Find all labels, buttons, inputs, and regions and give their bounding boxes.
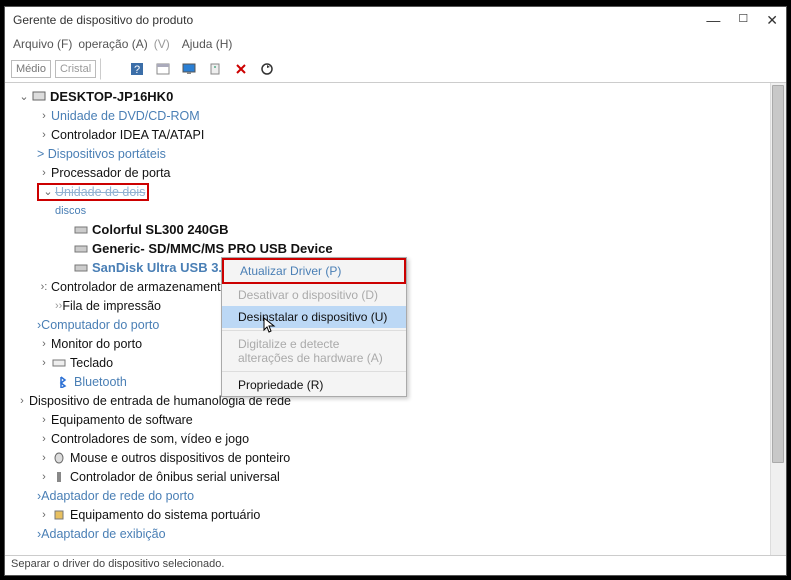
chevron-right-icon[interactable]: › [37,129,51,141]
menu-uninstall-device[interactable]: Desinstalar o dispositivo (U) [222,306,406,328]
device-tree[interactable]: ⌄ DESKTOP-JP16HK0 › Unidade de DVD/CD-RO… [5,83,786,555]
menubar: Arquivo (F) operação (A) (V) Ajuda (H) [5,33,786,55]
titlebar: Gerente de dispositivo do produto — ☐ ✕ [5,7,786,33]
menu-action[interactable]: operação (A) [78,37,147,51]
refresh-icon[interactable] [256,58,278,80]
toolbar-cristal[interactable]: Cristal [55,60,96,78]
menu-help[interactable]: Ajuda (H) [182,37,233,51]
root-label: DESKTOP-JP16HK0 [50,89,173,104]
menu-view[interactable]: (V) [154,37,170,51]
chevron-right-icon[interactable]: › [37,471,51,483]
maximize-button[interactable]: ☐ [738,12,748,29]
tree-item-mouse[interactable]: › Mouse e outros dispositivos de ponteir… [7,448,786,467]
menu-separator [222,371,406,372]
tree-item-software[interactable]: › Equipamento de software [7,410,786,429]
chevron-right-icon[interactable]: › [37,414,51,426]
toolbar: Médio Cristal ? [5,55,786,83]
vertical-scrollbar[interactable] [770,83,786,555]
chevron-right-icon[interactable]: › [37,167,51,179]
computer-icon [31,90,47,104]
menu-separator [222,330,406,331]
mouse-icon [51,451,67,465]
chevron-right-icon[interactable]: › [37,452,51,464]
window-controls: — ☐ ✕ [706,12,778,29]
tree-item-dvd[interactable]: › Unidade de DVD/CD-ROM [7,106,786,125]
statusbar: Separar o driver do dispositivo selecion… [5,555,786,575]
chevron-right-icon[interactable]: › [37,433,51,445]
toolbar-sep [100,58,122,80]
monitor-icon[interactable] [178,58,200,80]
chevron-down-icon[interactable]: ⌄ [41,185,55,198]
tree-item-portateis[interactable]: > Dispositivos portáteis [7,144,786,163]
tree-item-colorful[interactable]: Colorful SL300 240GB [7,220,786,239]
tree-item-portuario[interactable]: › Equipamento do sistema portuário [7,505,786,524]
toolbar-medio[interactable]: Médio [11,60,51,78]
status-text: Separar o driver do dispositivo selecion… [11,558,224,570]
chevron-right-icon[interactable]: › [37,338,51,350]
chevron-right-icon[interactable]: ›: [37,281,51,293]
chevron-right-icon[interactable]: › [37,110,51,122]
context-menu: Atualizar Driver (P) Desativar o disposi… [221,257,407,397]
tree-item-generic[interactable]: Generic- SD/MMC/MS PRO USB Device [7,239,786,258]
scrollbar-thumb[interactable] [772,85,784,463]
keyboard-icon [51,356,67,370]
chevron-right-icon[interactable]: › [37,357,51,369]
disk-icon [73,261,89,275]
menu-disable-device[interactable]: Desativar o dispositivo (D) [222,284,406,306]
tree-item-porta[interactable]: › Processador de porta [7,163,786,182]
disk-icon [73,223,89,237]
minimize-button[interactable]: — [706,12,720,29]
window-title: Gerente de dispositivo do produto [13,13,706,27]
tree-item-discos: discos [7,201,786,220]
menu-properties[interactable]: Propriedade (R) [222,374,406,396]
chevron-down-icon[interactable]: ⌄ [17,90,31,103]
tree-item-usb[interactable]: › Controlador de ônibus serial universal [7,467,786,486]
menu-file[interactable]: Arquivo (F) [13,37,72,51]
menu-scan-hardware[interactable]: Digitalize e detecte alterações de hardw… [222,333,406,369]
tree-item-disks-expanded[interactable]: ⌄ Unidade de dois [7,182,786,201]
device-icon [51,508,67,522]
tree-item-sound[interactable]: › Controladores de som, vídeo e jogo [7,429,786,448]
remove-icon[interactable] [230,58,252,80]
tree-item-network-adapter[interactable]: › Adaptador de rede do porto [7,486,786,505]
tree-item-ide[interactable]: › Controlador IDEA TA/ATAPI [7,125,786,144]
menu-update-driver[interactable]: Atualizar Driver (P) [222,258,406,284]
close-button[interactable]: ✕ [766,12,778,29]
help-icon[interactable]: ? [126,58,148,80]
device-manager-window: Gerente de dispositivo do produto — ☐ ✕ … [4,6,787,576]
device-icon[interactable] [204,58,226,80]
bluetooth-icon [55,375,71,389]
tree-item-display[interactable]: › Adaptador de exibição [7,524,786,543]
chevron-right-icon[interactable]: › [37,509,51,521]
calendar-icon[interactable] [152,58,174,80]
chevron-right-icon[interactable]: › [15,395,29,407]
usb-icon [51,470,67,484]
svg-text:?: ? [134,64,140,76]
disk-icon [73,242,89,256]
tree-root[interactable]: ⌄ DESKTOP-JP16HK0 [7,87,786,106]
